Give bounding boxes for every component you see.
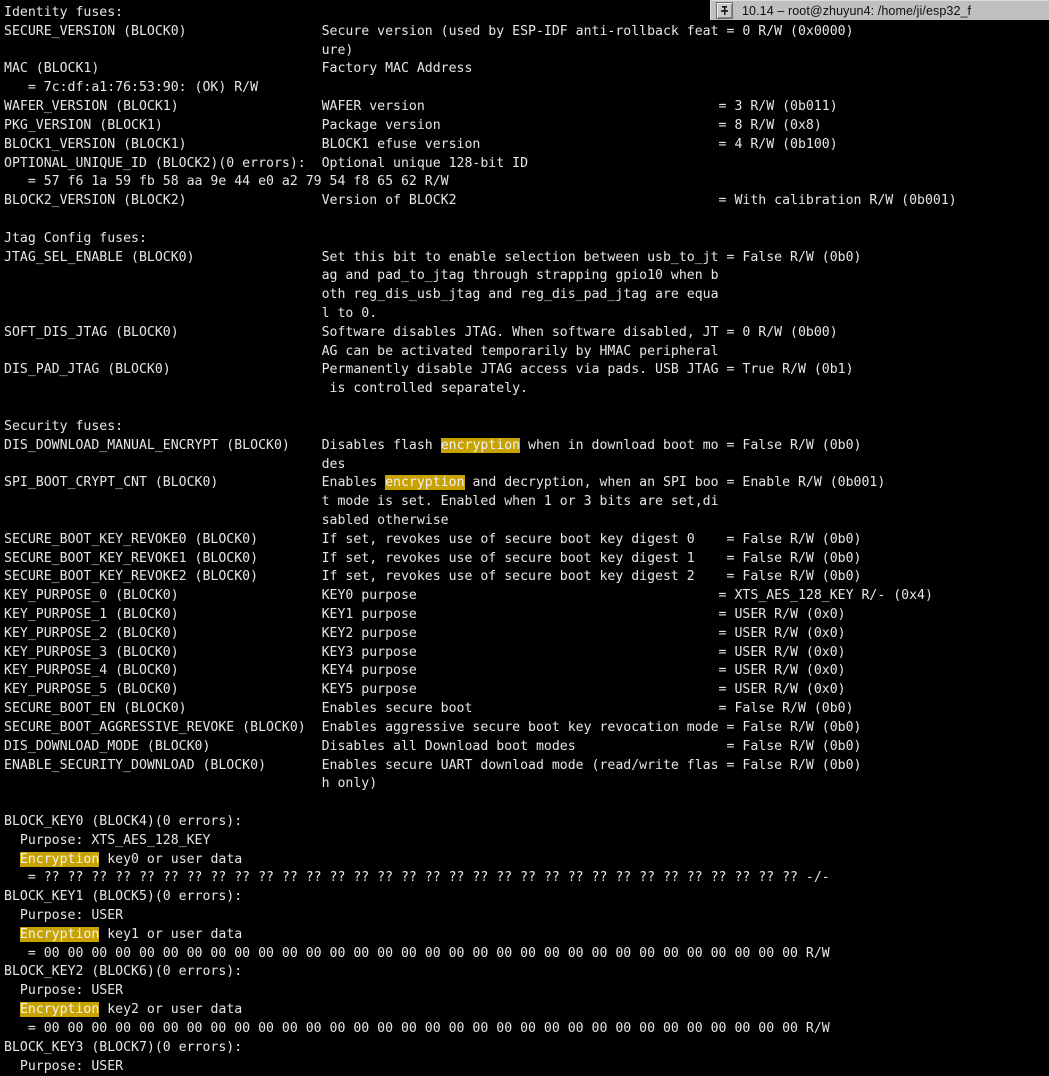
terminal-line: SECURE_VERSION (BLOCK0) Secure version (… xyxy=(4,23,1049,42)
terminal-line: Security fuses: xyxy=(4,418,1049,437)
window-title-text: 10.14 – root@zhuyun4: /home/ji/esp32_f xyxy=(742,4,971,18)
terminal-line: SECURE_BOOT_AGGRESSIVE_REVOKE (BLOCK0) E… xyxy=(4,719,1049,738)
terminal-line xyxy=(4,211,1049,230)
terminal-line: Encryption key0 or user data xyxy=(4,851,1049,870)
terminal-line: ENABLE_SECURITY_DOWNLOAD (BLOCK0) Enable… xyxy=(4,757,1049,776)
terminal-line: = 57 f6 1a 59 fb 58 aa 9e 44 e0 a2 79 54… xyxy=(4,173,1049,192)
terminal-line: Purpose: USER xyxy=(4,982,1049,1001)
terminal-output[interactable]: Identity fuses:SECURE_VERSION (BLOCK0) S… xyxy=(0,0,1049,1064)
highlighted-match: encryption xyxy=(385,475,464,490)
terminal-line: PKG_VERSION (BLOCK1) Package version = 8… xyxy=(4,117,1049,136)
terminal-line: JTAG_SEL_ENABLE (BLOCK0) Set this bit to… xyxy=(4,249,1049,268)
terminal-line: is controlled separately. xyxy=(4,380,1049,399)
terminal-line: Purpose: XTS_AES_128_KEY xyxy=(4,832,1049,851)
terminal-line: KEY_PURPOSE_1 (BLOCK0) KEY1 purpose = US… xyxy=(4,606,1049,625)
terminal-line: DIS_DOWNLOAD_MODE (BLOCK0) Disables all … xyxy=(4,738,1049,757)
terminal-line: SOFT_DIS_JTAG (BLOCK0) Software disables… xyxy=(4,324,1049,343)
terminal-line: WAFER_VERSION (BLOCK1) WAFER version = 3… xyxy=(4,98,1049,117)
terminal-line: MAC (BLOCK1) Factory MAC Address xyxy=(4,60,1049,79)
terminal-line: KEY_PURPOSE_4 (BLOCK0) KEY4 purpose = US… xyxy=(4,662,1049,681)
window-titlebar[interactable]: 10.14 – root@zhuyun4: /home/ji/esp32_f xyxy=(710,0,1049,20)
terminal-line: des xyxy=(4,456,1049,475)
terminal-line: BLOCK_KEY3 (BLOCK7)(0 errors): xyxy=(4,1039,1049,1058)
terminal-line: Encryption key2 or user data xyxy=(4,1001,1049,1020)
terminal-line: KEY_PURPOSE_0 (BLOCK0) KEY0 purpose = XT… xyxy=(4,587,1049,606)
terminal-line: KEY_PURPOSE_3 (BLOCK0) KEY3 purpose = US… xyxy=(4,644,1049,663)
terminal-line: Purpose: USER xyxy=(4,907,1049,926)
highlighted-match: Encryption xyxy=(20,852,99,867)
terminal-line: oth reg_dis_usb_jtag and reg_dis_pad_jta… xyxy=(4,286,1049,305)
terminal-line: DIS_DOWNLOAD_MANUAL_ENCRYPT (BLOCK0) Dis… xyxy=(4,437,1049,456)
terminal-line: Jtag Config fuses: xyxy=(4,230,1049,249)
highlighted-match: encryption xyxy=(441,438,520,453)
terminal-line xyxy=(4,399,1049,418)
terminal-line: = 7c:df:a1:76:53:90: (OK) R/W xyxy=(4,79,1049,98)
terminal-line: BLOCK_KEY0 (BLOCK4)(0 errors): xyxy=(4,813,1049,832)
terminal-line: = 00 00 00 00 00 00 00 00 00 00 00 00 00… xyxy=(4,945,1049,964)
terminal-line: Purpose: USER xyxy=(4,1058,1049,1076)
highlighted-match: Encryption xyxy=(20,1002,99,1017)
terminal-line: BLOCK2_VERSION (BLOCK2) Version of BLOCK… xyxy=(4,192,1049,211)
terminal-line: AG can be activated temporarily by HMAC … xyxy=(4,343,1049,362)
terminal-line: SECURE_BOOT_KEY_REVOKE1 (BLOCK0) If set,… xyxy=(4,550,1049,569)
terminal-line: BLOCK1_VERSION (BLOCK1) BLOCK1 efuse ver… xyxy=(4,136,1049,155)
pin-icon[interactable] xyxy=(716,2,733,19)
terminal-line: SECURE_BOOT_EN (BLOCK0) Enables secure b… xyxy=(4,700,1049,719)
terminal-line: BLOCK_KEY1 (BLOCK5)(0 errors): xyxy=(4,888,1049,907)
terminal-line: t mode is set. Enabled when 1 or 3 bits … xyxy=(4,493,1049,512)
terminal-line: KEY_PURPOSE_2 (BLOCK0) KEY2 purpose = US… xyxy=(4,625,1049,644)
terminal-line: ure) xyxy=(4,42,1049,61)
terminal-line: DIS_PAD_JTAG (BLOCK0) Permanently disabl… xyxy=(4,361,1049,380)
terminal-line: ag and pad_to_jtag through strapping gpi… xyxy=(4,267,1049,286)
terminal-line: SECURE_BOOT_KEY_REVOKE0 (BLOCK0) If set,… xyxy=(4,531,1049,550)
terminal-line: h only) xyxy=(4,775,1049,794)
terminal-line: BLOCK_KEY2 (BLOCK6)(0 errors): xyxy=(4,963,1049,982)
terminal-line: KEY_PURPOSE_5 (BLOCK0) KEY5 purpose = US… xyxy=(4,681,1049,700)
terminal-line: sabled otherwise xyxy=(4,512,1049,531)
terminal-line: l to 0. xyxy=(4,305,1049,324)
highlighted-match: Encryption xyxy=(20,927,99,942)
terminal-line xyxy=(4,794,1049,813)
terminal-line: = 00 00 00 00 00 00 00 00 00 00 00 00 00… xyxy=(4,1020,1049,1039)
terminal-line: = ?? ?? ?? ?? ?? ?? ?? ?? ?? ?? ?? ?? ??… xyxy=(4,869,1049,888)
terminal-line: SPI_BOOT_CRYPT_CNT (BLOCK0) Enables encr… xyxy=(4,474,1049,493)
terminal-line: Encryption key1 or user data xyxy=(4,926,1049,945)
terminal-line: SECURE_BOOT_KEY_REVOKE2 (BLOCK0) If set,… xyxy=(4,568,1049,587)
terminal-line: OPTIONAL_UNIQUE_ID (BLOCK2)(0 errors): O… xyxy=(4,155,1049,174)
